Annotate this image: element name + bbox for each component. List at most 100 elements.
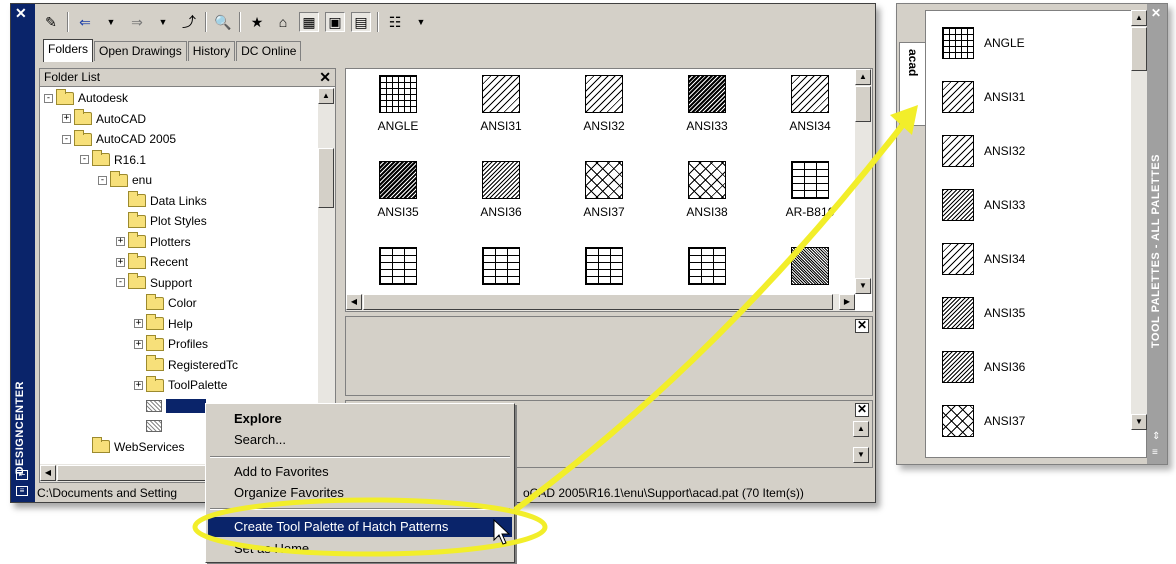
preview-icon[interactable]: ▣	[325, 12, 345, 32]
hatch-thumbnail[interactable]: ANSI38	[655, 161, 759, 219]
load-icon[interactable]: ✎	[41, 12, 61, 32]
tab-acad[interactable]: acad	[899, 42, 925, 126]
close-icon[interactable]: ✕	[1151, 6, 1161, 20]
scroll-down-icon[interactable]: ▼	[1131, 414, 1147, 430]
tab-folders[interactable]: Folders	[43, 39, 94, 62]
tree-item[interactable]	[134, 396, 206, 416]
hatch-thumbnail[interactable]	[552, 247, 656, 291]
expand-icon[interactable]: +	[134, 380, 143, 390]
properties-icon[interactable]: ≡	[16, 486, 28, 496]
back-icon[interactable]: ⇐	[75, 12, 95, 32]
scroll-thumb[interactable]	[1131, 27, 1147, 71]
autohide-icon[interactable]: ⇕	[1152, 431, 1160, 442]
scroll-thumb[interactable]	[57, 465, 207, 481]
hatch-thumbnail[interactable]: ANSI33	[655, 75, 759, 133]
menu-item-organize-favorites[interactable]: Organize Favorites	[208, 483, 512, 503]
palette-tool[interactable]: ANSI32	[942, 131, 1025, 171]
close-icon[interactable]: ✕	[855, 403, 869, 417]
tree-item[interactable]: + Help	[134, 314, 193, 334]
scroll-thumb[interactable]	[318, 148, 334, 208]
scroll-up-icon[interactable]: ▲	[318, 88, 334, 104]
scroll-down-icon[interactable]: ▼	[855, 278, 871, 294]
tree-item[interactable]: Plot Styles	[116, 211, 207, 231]
collapse-icon[interactable]: -	[116, 278, 125, 287]
palette-scrollbar[interactable]: ▲ ▼	[1131, 10, 1147, 430]
back-dropdown-icon[interactable]: ▼	[101, 12, 121, 32]
scroll-left-icon[interactable]: ◀	[40, 465, 56, 481]
tree-item[interactable]: - AutoCAD 2005	[62, 129, 176, 149]
scroll-thumb[interactable]	[855, 86, 871, 122]
tree-item[interactable]: + Plotters	[116, 232, 191, 252]
palette-tool[interactable]: ANSI34	[942, 239, 1025, 279]
hatch-thumbnail[interactable]	[655, 247, 759, 291]
home-icon[interactable]: ⌂	[273, 12, 293, 32]
tab-dc-online[interactable]: DC Online	[236, 41, 302, 61]
palette-tool[interactable]: ANGLE	[942, 23, 1025, 63]
palette-tool[interactable]: ANSI33	[942, 185, 1025, 225]
hatch-thumbnail[interactable]	[449, 247, 553, 291]
close-icon[interactable]: ✕	[319, 69, 331, 86]
tree-item[interactable]: + AutoCAD	[62, 109, 146, 129]
tree-item[interactable]: - R16.1	[80, 150, 146, 170]
menu-item-set-as-home[interactable]: Set as Home	[208, 539, 512, 559]
scroll-down-icon[interactable]: ▼	[853, 447, 869, 463]
tree-item[interactable]: + Profiles	[134, 334, 208, 354]
scroll-up-icon[interactable]: ▲	[1131, 10, 1147, 26]
content-hscrollbar[interactable]: ◀ ▶	[346, 294, 855, 311]
collapse-icon[interactable]: -	[44, 93, 53, 103]
scroll-up-icon[interactable]: ▲	[853, 421, 869, 437]
scroll-left-icon[interactable]: ◀	[346, 294, 362, 310]
tree-item[interactable]: - Support	[116, 273, 192, 293]
tree-item[interactable]: WebServices	[80, 437, 184, 457]
properties-icon[interactable]: ≡	[1152, 447, 1158, 458]
hatch-thumbnail[interactable]: ANSI37	[552, 161, 656, 219]
hatch-thumbnail[interactable]: AR-B816	[758, 161, 862, 219]
description-icon[interactable]: ▤	[351, 12, 371, 32]
scroll-up-icon[interactable]: ▲	[855, 69, 871, 85]
hatch-thumbnail[interactable]: ANSI35	[346, 161, 450, 219]
menu-item-create-tool-palette[interactable]: Create Tool Palette of Hatch Patterns	[208, 517, 512, 537]
expand-icon[interactable]: +	[134, 319, 143, 328]
close-icon[interactable]: ✕	[15, 5, 27, 22]
hatch-thumbnail[interactable]: ANSI32	[552, 75, 656, 133]
tree-item[interactable]: RegisteredTc	[134, 355, 238, 375]
expand-icon[interactable]: +	[116, 257, 125, 267]
hatch-thumbnail[interactable]: ANSI31	[449, 75, 553, 133]
views-dropdown-icon[interactable]: ▼	[411, 12, 431, 32]
collapse-icon[interactable]: -	[98, 175, 107, 185]
scroll-right-icon[interactable]: ▶	[839, 294, 855, 310]
content-scrollbar[interactable]: ▲ ▼	[855, 69, 872, 294]
menu-item-explore[interactable]: Explore	[208, 409, 512, 429]
tree-item[interactable]: - Autodesk	[44, 88, 128, 108]
palette-tool[interactable]: ANSI35	[942, 293, 1025, 333]
expand-icon[interactable]: +	[116, 237, 125, 246]
forward-icon[interactable]: ⇒	[127, 12, 147, 32]
favorites-icon[interactable]: ★	[247, 12, 267, 32]
palette-tool[interactable]: ANSI36	[942, 347, 1025, 387]
hatch-thumbnail[interactable]	[758, 247, 862, 291]
collapse-icon[interactable]: -	[80, 155, 89, 164]
hatch-thumbnail[interactable]: ANGLE	[346, 75, 450, 133]
hatch-thumbnail[interactable]: ANSI36	[449, 161, 553, 219]
scroll-thumb[interactable]	[363, 294, 833, 310]
palette-titlebar[interactable]: ✕ TOOL PALETTES - ALL PALETTES ⇕ ≡	[1147, 4, 1167, 464]
hatch-thumbnail[interactable]	[346, 247, 450, 291]
tree-item[interactable]: Data Links	[116, 191, 207, 211]
menu-item-search[interactable]: Search...	[208, 430, 512, 450]
tab-open-drawings[interactable]: Open Drawings	[94, 41, 187, 61]
collapse-icon[interactable]: -	[62, 134, 71, 144]
designcenter-titlebar[interactable]: ✕ ⇤ ≡ DESIGNCENTER	[11, 4, 35, 502]
palette-tool[interactable]: ANSI31	[942, 77, 1025, 117]
views-icon[interactable]: ☷	[385, 12, 405, 32]
expand-icon[interactable]: +	[62, 114, 71, 123]
palette-tool[interactable]: ANSI37	[942, 401, 1025, 441]
forward-dropdown-icon[interactable]: ▼	[153, 12, 173, 32]
search-icon[interactable]: 🔍	[213, 12, 233, 32]
menu-item-add-to-favorites[interactable]: Add to Favorites	[208, 462, 512, 482]
tree-item[interactable]: + ToolPalette	[134, 375, 227, 395]
tree-item[interactable]	[134, 416, 166, 436]
close-icon[interactable]: ✕	[855, 319, 869, 333]
tab-history[interactable]: History	[187, 41, 236, 61]
hatch-thumbnail[interactable]: ANSI34	[758, 75, 862, 133]
tree-item[interactable]: - enu	[98, 170, 152, 190]
